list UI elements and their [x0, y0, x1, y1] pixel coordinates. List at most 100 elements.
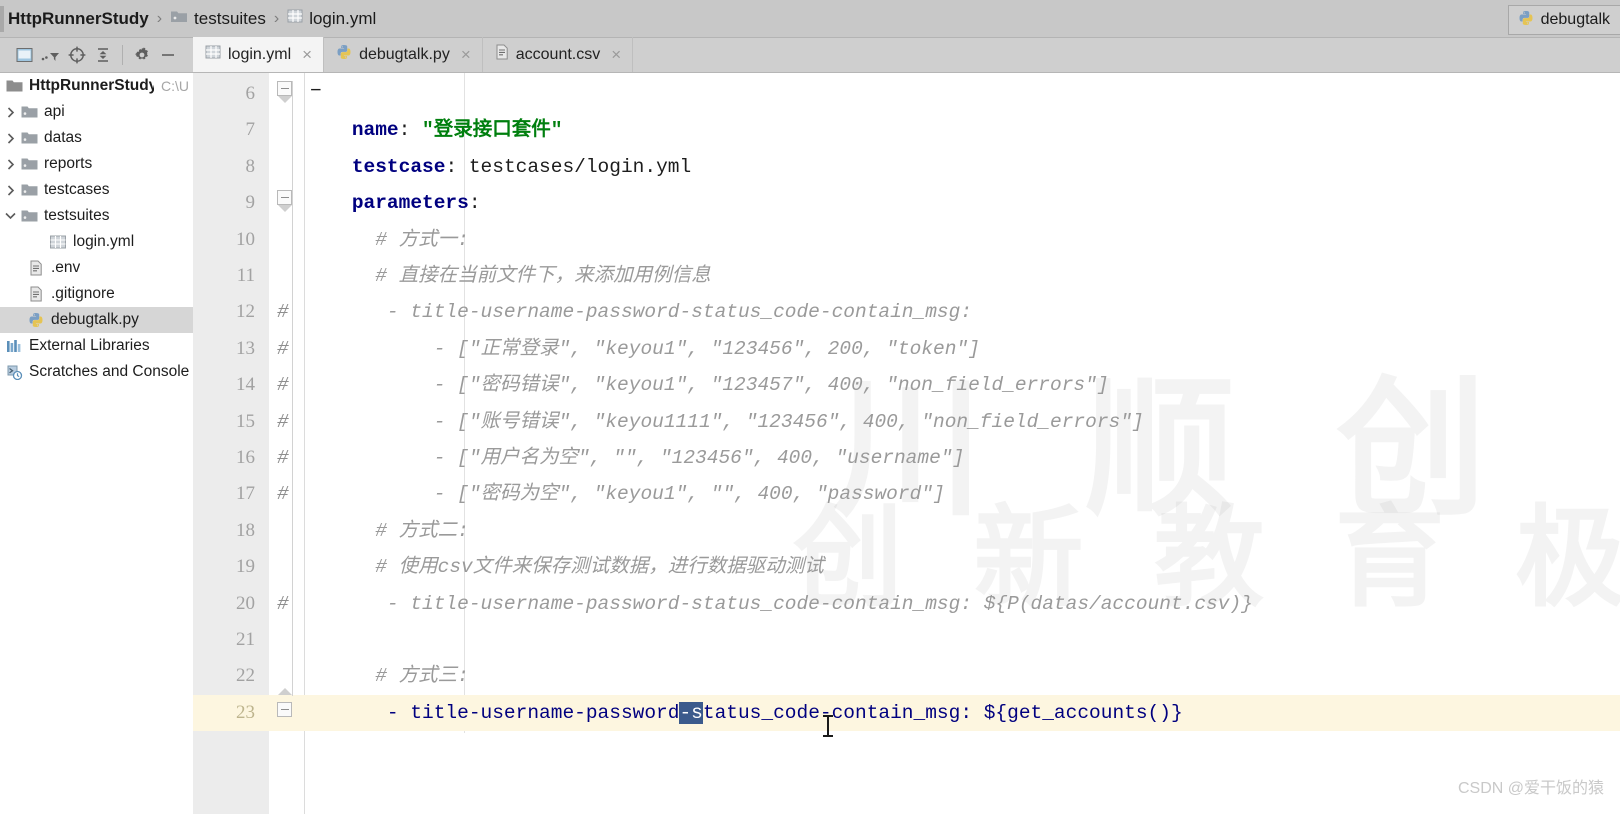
- text-cursor: [823, 715, 833, 737]
- text-file-icon: [26, 286, 46, 302]
- comment-hash-marker: #: [277, 374, 289, 397]
- code-text[interactable]: name: "登录接口套件": [305, 112, 563, 148]
- close-icon[interactable]: ×: [302, 46, 312, 63]
- code-line[interactable]: 6: [193, 76, 1620, 112]
- code-token: # 方式一:: [305, 228, 469, 251]
- close-icon[interactable]: ×: [461, 46, 471, 63]
- code-text[interactable]: - title-username-password-status_code-co…: [305, 695, 1183, 731]
- toolbar-divider: [122, 45, 123, 65]
- code-text[interactable]: - ["密码错误", "keyou1", "123457", 400, "non…: [305, 367, 1109, 403]
- tree-item-datas[interactable]: datas: [0, 125, 193, 151]
- chevron-right-icon[interactable]: [2, 158, 19, 170]
- folder-icon: [19, 209, 39, 223]
- code-text[interactable]: - ["正常登录", "keyou1", "123456", 200, "tok…: [305, 331, 980, 367]
- target-locate-icon[interactable]: [64, 42, 90, 68]
- folder-icon: [19, 183, 39, 197]
- tree-item-debugtalk-py[interactable]: debugtalk.py: [0, 307, 193, 333]
- tab-account-csv[interactable]: account.csv ×: [483, 37, 634, 72]
- code-line[interactable]: 21: [193, 622, 1620, 658]
- folder-icon: [19, 157, 39, 171]
- tree-item-external-libraries[interactable]: External Libraries: [0, 333, 193, 359]
- breadcrumb-item-project[interactable]: HttpRunnerStudy: [6, 9, 151, 29]
- code-line[interactable]: 14 # - ["密码错误", "keyou1", "123457", 400, …: [193, 367, 1620, 403]
- tree-item-env[interactable]: .env: [0, 255, 193, 281]
- code-line[interactable]: 23 - title-username-password-status_code…: [193, 694, 1620, 732]
- code-line[interactable]: 7 name: "登录接口套件": [193, 112, 1620, 148]
- code-line[interactable]: 20 # - title-username-password-status_cod…: [193, 586, 1620, 622]
- code-token: name: [351, 119, 399, 142]
- project-tree[interactable]: HttpRunnerStudy C:\U api datas reports t…: [0, 73, 193, 814]
- chevron-right-icon[interactable]: [2, 106, 19, 118]
- code-text[interactable]: # 方式二:: [305, 513, 469, 549]
- tree-item-testcases[interactable]: testcases: [0, 177, 193, 203]
- line-number: 7: [245, 119, 256, 141]
- code-text[interactable]: - title-username-password-status_code-co…: [305, 294, 972, 330]
- folder-icon: [19, 131, 39, 145]
- line-number: 6: [245, 83, 256, 104]
- chevron-down-icon[interactable]: [2, 212, 19, 220]
- code-line[interactable]: 18 # 方式二:: [193, 513, 1620, 549]
- code-text[interactable]: - title-username-password-status_code-co…: [305, 586, 1253, 622]
- chevron-right-icon[interactable]: [2, 184, 19, 196]
- line-number: 16: [236, 447, 255, 468]
- filter-icon[interactable]: [38, 42, 64, 68]
- tree-item-scratches-and-consoles[interactable]: Scratches and Consoles: [0, 359, 193, 385]
- tree-item-reports[interactable]: reports: [0, 151, 193, 177]
- breadcrumb-item-testsuites[interactable]: testsuites: [168, 9, 268, 29]
- tree-item-label: External Libraries: [29, 337, 150, 354]
- code-text[interactable]: - ["用户名为空", "", "123456", 400, "username…: [305, 440, 964, 476]
- code-line[interactable]: 19 # 使用csv文件来保存测试数据，进行数据驱动测试: [193, 549, 1620, 585]
- code-line[interactable]: 12 # - title-username-password-status_cod…: [193, 294, 1620, 330]
- tree-item-label: datas: [44, 129, 82, 146]
- code-line[interactable]: 10 # 方式一:: [193, 222, 1620, 258]
- hide-panel-icon[interactable]: [155, 42, 181, 68]
- fold-marker-line9[interactable]: [277, 190, 294, 212]
- code-text[interactable]: # 直接在当前文件下，来添加用例信息: [305, 258, 710, 294]
- code-text[interactable]: - ["账号错误", "keyou1111", "123456", 400, "…: [305, 404, 1144, 440]
- line-number: 11: [236, 265, 255, 286]
- code-token: # 使用csv文件来保存测试数据，进行数据驱动测试: [305, 556, 824, 579]
- tree-item-httprunnerstudy[interactable]: HttpRunnerStudy C:\U: [0, 73, 193, 99]
- code-text[interactable]: parameters:: [305, 185, 481, 221]
- tree-item-login-yml[interactable]: login.yml: [0, 229, 193, 255]
- fold-end-dash: −: [310, 80, 322, 102]
- tree-item-api[interactable]: api: [0, 99, 193, 125]
- close-icon[interactable]: ×: [611, 46, 621, 63]
- code-text[interactable]: # 方式三:: [305, 658, 469, 694]
- code-text[interactable]: # 方式一:: [305, 222, 469, 258]
- tree-item-label: reports: [44, 155, 93, 172]
- tree-item-label: testcases: [44, 181, 110, 198]
- code-editor[interactable]: 创 新 教 育 极 致 服 务 川 顺 创 67 name: "登录接口套件"8…: [193, 73, 1620, 814]
- csdn-watermark: CSDN @爱干饭的猿: [1457, 780, 1604, 797]
- tab-debugtalk-py[interactable]: debugtalk.py ×: [324, 37, 483, 72]
- code-text[interactable]: - ["密码为空", "keyou1", "", 400, "password"…: [305, 476, 945, 512]
- tree-item-gitignore[interactable]: .gitignore: [0, 281, 193, 307]
- code-line[interactable]: 17 # - ["密码为空", "keyou1", "", 400, "passw…: [193, 476, 1620, 512]
- python-file-icon: [336, 44, 352, 65]
- tab-label: debugtalk: [1540, 11, 1610, 28]
- code-token: :: [398, 119, 423, 142]
- code-text[interactable]: # 使用csv文件来保存测试数据，进行数据驱动测试: [305, 549, 824, 585]
- code-token: - title-username-password-status_code-co…: [305, 301, 973, 324]
- tab-debugtalk-float[interactable]: debugtalk: [1507, 5, 1620, 35]
- settings-gear-icon[interactable]: [129, 42, 155, 68]
- code-line[interactable]: 11 # 直接在当前文件下，来添加用例信息: [193, 258, 1620, 294]
- code-line[interactable]: 8 testcase: testcases/login.yml: [193, 149, 1620, 185]
- tab-login-yml[interactable]: login.yml ×: [193, 37, 325, 72]
- comment-hash-marker: #: [277, 592, 289, 615]
- code-line[interactable]: 16 # - ["用户名为空", "", "123456", 400, "user…: [193, 440, 1620, 476]
- code-line[interactable]: 22 # 方式三:: [193, 658, 1620, 694]
- code-text[interactable]: testcase: testcases/login.yml: [305, 149, 691, 185]
- chevron-right-icon[interactable]: [2, 132, 19, 144]
- project-view-icon[interactable]: [12, 42, 38, 68]
- text-file-icon: [26, 260, 46, 276]
- tree-item-testsuites[interactable]: testsuites: [0, 203, 193, 229]
- code-line[interactable]: 15 # - ["账号错误", "keyou1111", "123456", 40…: [193, 404, 1620, 440]
- collapse-all-icon[interactable]: [90, 42, 116, 68]
- fold-marker-line23[interactable]: [277, 688, 294, 717]
- code-line[interactable]: 9 parameters:: [193, 185, 1620, 221]
- breadcrumb-item-file[interactable]: login.yml: [285, 8, 378, 29]
- code-line[interactable]: 13 # - ["正常登录", "keyou1", "123456", 200, …: [193, 331, 1620, 367]
- breadcrumb-bar: HttpRunnerStudy › testsuites › login.yml…: [0, 0, 1620, 38]
